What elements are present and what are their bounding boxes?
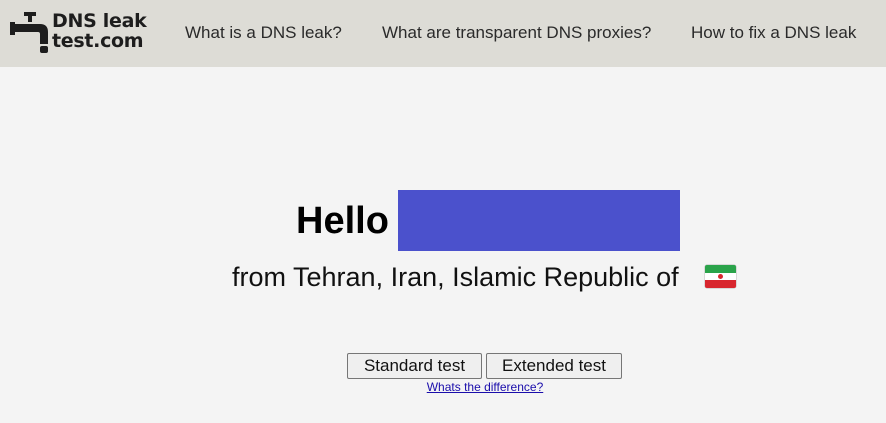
faucet-icon [10, 12, 48, 53]
site-logo[interactable]: DNS leak test.com [10, 10, 150, 56]
greeting-text: Hello [296, 200, 389, 242]
nav-link-fix-dns-leak[interactable]: How to fix a DNS leak [691, 23, 856, 43]
standard-test-button[interactable]: Standard test [347, 353, 482, 379]
ip-address-redacted [398, 190, 680, 251]
location-row: from Tehran, Iran, Islamic Republic of [232, 260, 752, 296]
iran-flag-icon [705, 265, 736, 288]
difference-link[interactable]: Whats the difference? [0, 380, 886, 394]
site-header: DNS leak test.com What is a DNS leak? Wh… [0, 0, 886, 67]
logo-line-1: DNS leak [52, 10, 147, 32]
nav-link-what-is-dns-leak[interactable]: What is a DNS leak? [185, 23, 342, 43]
extended-test-button[interactable]: Extended test [486, 353, 622, 379]
location-text: from Tehran, Iran, Islamic Republic of [232, 262, 679, 292]
nav-link-transparent-dns-proxies[interactable]: What are transparent DNS proxies? [382, 23, 651, 43]
logo-line-2: test.com [52, 30, 144, 52]
greeting-row: Hello [0, 190, 886, 252]
logo-text: DNS leak test.com [52, 10, 147, 52]
